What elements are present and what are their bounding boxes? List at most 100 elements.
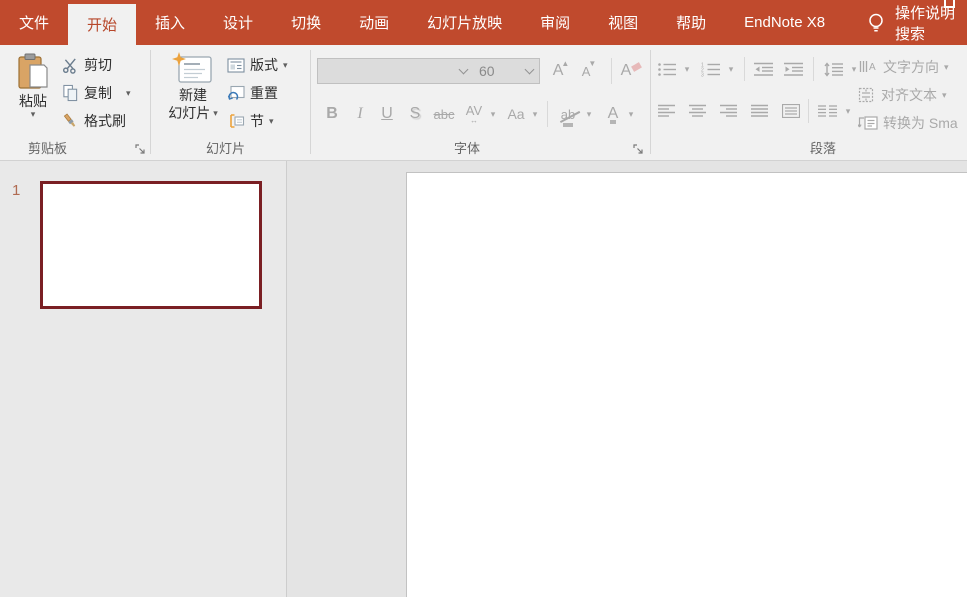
copy-label: 复制 (84, 83, 112, 103)
copy-button[interactable]: 复制 ▾ (62, 81, 131, 105)
layout-label: 版式 (250, 55, 278, 75)
font-group: 60 A▲ A▼ A B I U S abc AV↔ (311, 45, 650, 160)
tab-file[interactable]: 文件 (0, 0, 68, 45)
align-right-icon (720, 104, 738, 118)
window-edge-artifact (944, 0, 955, 8)
clear-formatting-button[interactable]: A (617, 58, 645, 84)
justify-icon (751, 104, 769, 118)
italic-glyph: I (357, 105, 362, 123)
slides-group-label: 幻灯片 (206, 138, 245, 157)
text-shadow-button[interactable]: S (404, 101, 426, 127)
main-area: 1 (0, 161, 967, 597)
tab-transitions[interactable]: 切换 (272, 0, 340, 45)
decrease-indent-button[interactable] (751, 57, 777, 81)
bullets-button[interactable] (655, 57, 679, 81)
clipboard-group-label: 剪贴板 (28, 138, 67, 157)
tab-slideshow[interactable]: 幻灯片放映 (408, 0, 521, 45)
tab-endnote[interactable]: EndNote X8 (725, 0, 844, 45)
section-button[interactable]: 节 ▾ (227, 109, 274, 133)
change-case-dropdown[interactable]: ▾ (529, 101, 541, 127)
format-painter-button[interactable]: 格式刷 (62, 109, 126, 133)
tab-animations[interactable]: 动画 (340, 0, 408, 45)
paragraph-group: ▾ 1 2 3 ▾ (651, 45, 967, 160)
increase-indent-icon (784, 62, 804, 77)
tab-help[interactable]: 帮助 (657, 0, 725, 45)
paste-dropdown-caret: ▾ (31, 110, 36, 119)
slide-editor-area (287, 161, 967, 597)
tab-home[interactable]: 开始 (68, 4, 136, 45)
convert-smartart-label: 转换为 Sma (883, 113, 958, 133)
section-icon (227, 113, 245, 129)
reset-button[interactable]: 重置 (227, 81, 278, 105)
font-color-dropdown[interactable]: ▾ (625, 101, 637, 127)
bold-button[interactable]: B (321, 101, 343, 127)
tab-review[interactable]: 审阅 (521, 0, 589, 45)
grow-font-button[interactable]: A▲ (549, 58, 575, 84)
slides-group: 新建 幻灯片 ▾ 版式 ▾ (151, 45, 310, 160)
distribute-text-button[interactable] (779, 99, 803, 123)
numbering-dropdown[interactable]: ▾ (725, 57, 737, 81)
clipboard-dialog-launcher-icon[interactable] (135, 144, 147, 156)
lightbulb-icon (866, 12, 886, 34)
text-direction-label: 文字方向 (883, 57, 939, 77)
new-slide-icon (172, 52, 214, 86)
tab-design[interactable]: 设计 (204, 0, 272, 45)
shrink-font-button[interactable]: A▼ (577, 58, 603, 84)
powerpoint-window: 文件 开始 插入 设计 切换 动画 幻灯片放映 审阅 视图 帮助 EndNote… (0, 0, 967, 597)
copy-icon (62, 84, 79, 102)
bullets-dropdown[interactable]: ▾ (681, 57, 693, 81)
new-slide-button[interactable]: 新建 幻灯片 ▾ (161, 52, 225, 122)
change-case-button[interactable]: Aa (503, 101, 529, 127)
format-painter-label: 格式刷 (84, 111, 126, 131)
numbered-list-icon: 1 2 3 (701, 62, 721, 77)
align-center-button[interactable] (686, 99, 710, 123)
justify-button[interactable] (748, 99, 772, 123)
font-name-combobox[interactable] (317, 58, 474, 84)
clear-formatting-glyph: A (621, 62, 632, 80)
paste-clipboard-icon (16, 52, 50, 92)
section-label: 节 (250, 111, 264, 131)
paste-button[interactable]: 粘贴 ▾ (8, 52, 58, 119)
slide-thumbnail-selected[interactable] (40, 181, 262, 309)
increase-indent-button[interactable] (781, 57, 807, 81)
slide-thumbnail-panel: 1 (0, 161, 287, 597)
align-right-button[interactable] (717, 99, 741, 123)
tab-view[interactable]: 视图 (589, 0, 657, 45)
ribbon-tab-bar: 文件 开始 插入 设计 切换 动画 幻灯片放映 审阅 视图 帮助 EndNote… (0, 0, 967, 45)
font-dialog-launcher-icon[interactable] (633, 144, 645, 156)
align-text-label: 对齐文本 (881, 85, 937, 105)
font-color-button[interactable]: A (601, 101, 625, 127)
columns-icon (818, 104, 838, 118)
cut-button[interactable]: 剪切 (62, 53, 112, 77)
eraser-icon (631, 62, 642, 72)
text-direction-icon: A (858, 59, 878, 75)
format-painter-icon (62, 113, 79, 130)
align-text-button[interactable]: 对齐文本 ▾ (858, 83, 947, 107)
strikethrough-glyph: abc (434, 107, 455, 122)
new-slide-dropdown-caret: ▾ (213, 109, 218, 118)
paste-label: 粘贴 (19, 92, 47, 110)
columns-dropdown[interactable]: ▾ (842, 99, 854, 123)
slide-layout-icon (227, 58, 245, 73)
highlight-color-dropdown[interactable]: ▾ (583, 101, 595, 127)
new-slide-label-line1: 新建 (179, 86, 207, 104)
layout-button[interactable]: 版式 ▾ (227, 53, 288, 77)
slide-canvas[interactable] (406, 172, 967, 597)
numbering-button[interactable]: 1 2 3 (699, 57, 723, 81)
character-spacing-dropdown[interactable]: ▾ (487, 101, 499, 127)
convert-smartart-button[interactable]: 转换为 Sma (858, 111, 958, 135)
highlight-color-button[interactable]: ab (554, 101, 582, 127)
text-direction-button[interactable]: A 文字方向 ▾ (858, 55, 949, 79)
font-size-combobox[interactable]: 60 (473, 58, 540, 84)
align-left-button[interactable] (655, 99, 679, 123)
section-dropdown-caret: ▾ (269, 117, 274, 126)
strikethrough-button[interactable]: abc (429, 101, 459, 127)
columns-button[interactable] (815, 99, 841, 123)
underline-button[interactable]: U (376, 101, 398, 127)
italic-button[interactable]: I (349, 101, 371, 127)
shadow-glyph: S (410, 105, 421, 123)
copy-dropdown-caret: ▾ (126, 89, 131, 98)
line-spacing-button[interactable] (821, 57, 847, 81)
tab-insert[interactable]: 插入 (136, 0, 204, 45)
character-spacing-button[interactable]: AV↔ (461, 101, 487, 127)
